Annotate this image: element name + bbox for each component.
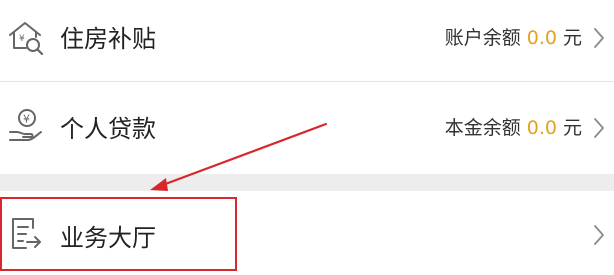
highlight-box: [0, 197, 237, 271]
chevron-right-icon: [594, 225, 604, 245]
housing-subsidy-icon: ¥: [9, 22, 44, 56]
account-balance: 账户余额 0.0 元: [445, 26, 582, 50]
menu-item-housing-subsidy[interactable]: ¥ 住房补贴 账户余额 0.0 元: [0, 0, 614, 82]
loan-hand-coin-icon: ¥: [9, 109, 42, 141]
svg-text:¥: ¥: [19, 34, 25, 44]
menu-item-personal-loan[interactable]: ¥ 个人贷款 本金余额 0.0 元: [0, 83, 614, 174]
balance-value: 0.0: [526, 27, 557, 49]
balance-unit: 元: [562, 117, 582, 139]
chevron-right-icon: [594, 118, 604, 138]
svg-text:¥: ¥: [23, 113, 30, 126]
balance-value: 0.0: [526, 117, 557, 139]
chevron-right-icon: [594, 28, 604, 48]
menu-item-title: 住房补贴: [60, 25, 156, 53]
balance-label: 本金余额: [444, 117, 521, 139]
principal-balance: 本金余额 0.0 元: [445, 116, 582, 140]
balance-unit: 元: [562, 27, 582, 49]
section-separator: [0, 174, 614, 191]
balance-label: 账户余额: [444, 27, 521, 49]
menu-item-title: 个人贷款: [60, 115, 156, 143]
